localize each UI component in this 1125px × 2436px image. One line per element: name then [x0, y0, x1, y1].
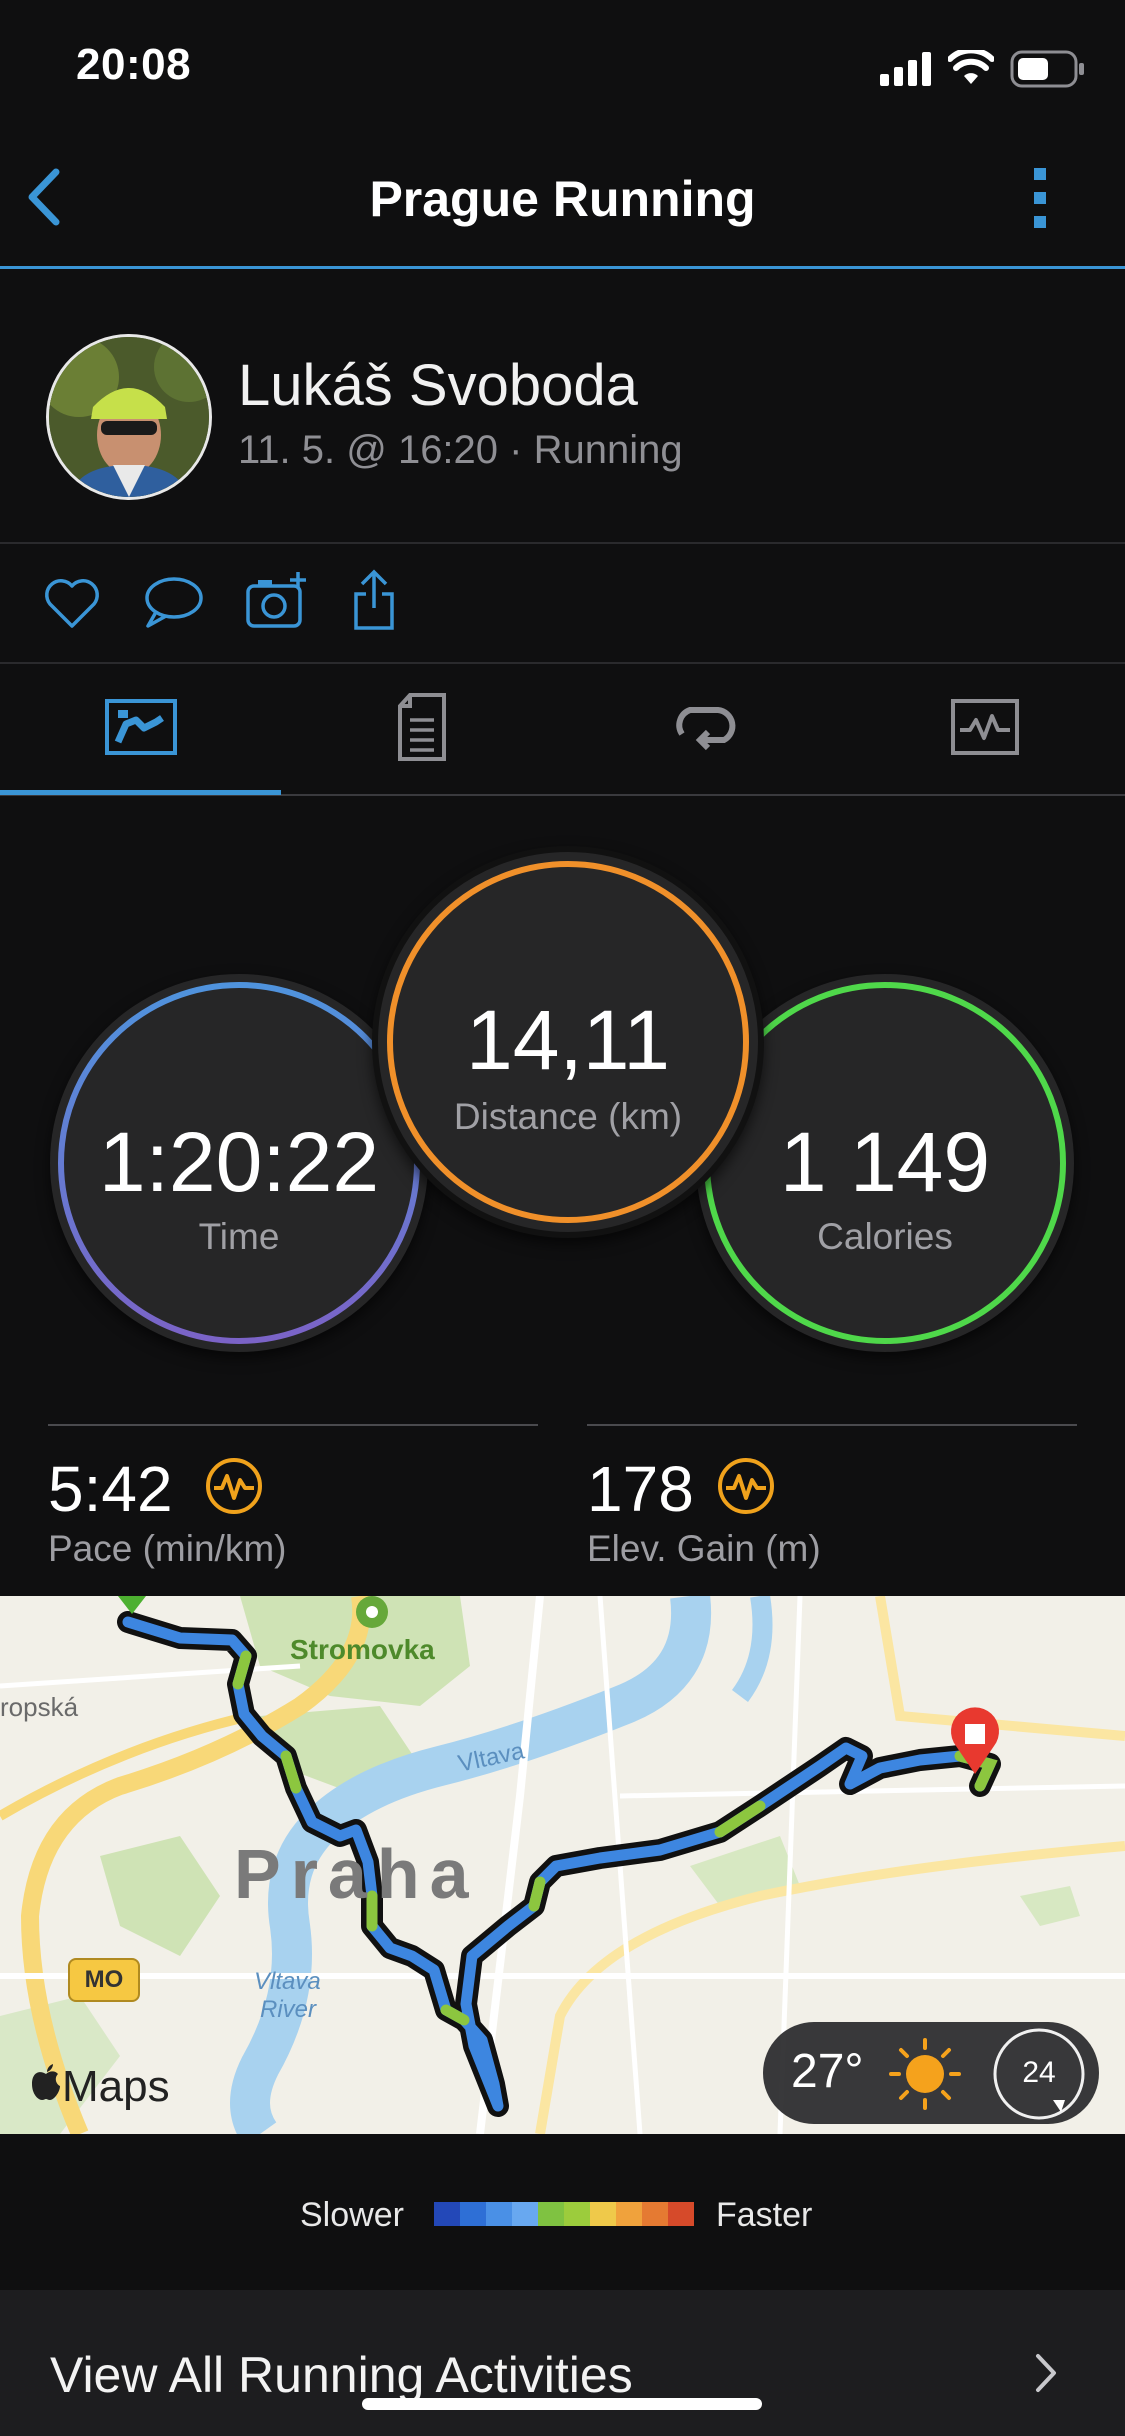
elev-gain-value: 178	[587, 1453, 694, 1525]
pace-metric-icon	[204, 1456, 264, 1521]
view-all-activities-label[interactable]: View All Running Activities	[50, 2346, 633, 2404]
legend-slower-label: Slower	[300, 2196, 404, 2234]
legend-swatch	[460, 2202, 487, 2226]
distance-ring: 14,11 Distance (km)	[372, 846, 764, 1238]
map-attribution[interactable]: Maps	[62, 2062, 170, 2112]
road-badge: MO	[68, 1958, 140, 2002]
legend-swatch	[434, 2202, 461, 2226]
sun-icon	[887, 2036, 963, 2117]
pace-label: Pace (min/km)	[48, 1528, 287, 1569]
weather-badge: 27° 24	[763, 2022, 1099, 2124]
map-label-city: Praha	[234, 1835, 479, 1913]
legend-faster-label: Faster	[716, 2196, 813, 2234]
legend-swatch	[668, 2202, 695, 2226]
legend-swatch	[512, 2202, 539, 2226]
legend-swatch	[616, 2202, 643, 2226]
legend-swatch	[590, 2202, 617, 2226]
map-label-park: Stromovka	[290, 1634, 435, 1665]
time-label: Time	[198, 1216, 280, 1257]
elev-gain-label: Elev. Gain (m)	[587, 1528, 821, 1569]
avatar[interactable]	[46, 334, 212, 500]
comment-icon[interactable]	[142, 574, 204, 635]
tab-summary[interactable]	[104, 698, 178, 761]
pace-color-legend	[434, 2200, 695, 2233]
activity-meta: 11. 5. @ 16:20 · Running	[238, 428, 683, 472]
pace-value: 5:42	[48, 1453, 173, 1525]
tab-laps[interactable]	[668, 700, 740, 759]
tab-details[interactable]	[396, 692, 448, 767]
divider	[587, 1424, 1077, 1426]
athlete-name[interactable]: Lukáš Svoboda	[238, 352, 638, 419]
elev-metric-icon	[716, 1456, 776, 1521]
wind-speed: 24	[1022, 2056, 1056, 2089]
cellular-signal-icon	[880, 52, 934, 91]
apple-logo-icon	[30, 2064, 62, 2107]
add-photo-icon[interactable]	[244, 570, 310, 637]
map-label-river-2b: River	[260, 1996, 317, 2023]
page-title: Prague Running	[369, 171, 756, 227]
temperature: 27°	[791, 2045, 864, 2098]
legend-swatch	[564, 2202, 591, 2226]
divider	[48, 1424, 538, 1426]
distance-label: Distance (km)	[453, 1096, 683, 1137]
share-icon[interactable]	[352, 568, 396, 637]
time-value: 1:20:22	[98, 1115, 380, 1209]
tab-chart[interactable]	[950, 698, 1020, 761]
tab-active-indicator	[0, 790, 281, 795]
battery-icon	[1010, 50, 1086, 93]
chevron-right-icon[interactable]	[1034, 2352, 1058, 2399]
legend-swatch	[538, 2202, 565, 2226]
like-icon[interactable]	[42, 574, 102, 635]
distance-value: 14,11	[466, 993, 670, 1087]
wifi-icon	[947, 47, 995, 91]
divider	[0, 662, 1125, 664]
map-label-river-2: Vltava	[254, 1968, 321, 1995]
status-time: 20:08	[76, 40, 192, 89]
legend-swatch	[486, 2202, 513, 2226]
divider	[0, 542, 1125, 544]
more-options-icon[interactable]	[1030, 166, 1050, 235]
home-indicator[interactable]	[362, 2398, 762, 2410]
legend-swatch	[642, 2202, 669, 2226]
map-label-street: ropská	[0, 1692, 79, 1722]
